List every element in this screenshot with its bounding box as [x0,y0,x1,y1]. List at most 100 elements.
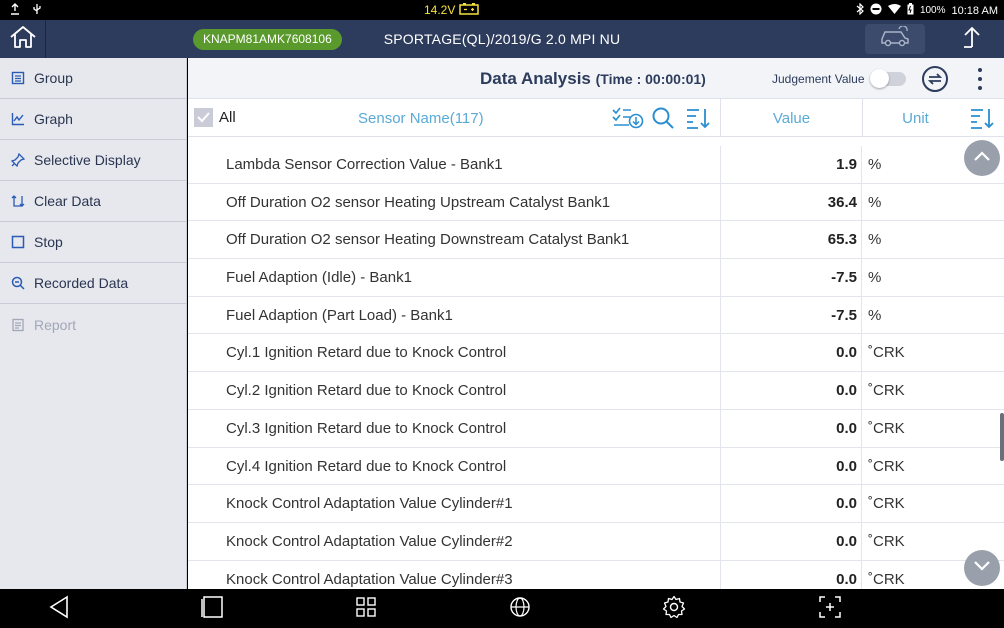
sensor-value: -7.5 [831,306,857,324]
table-row[interactable]: Off Duration O2 sensor Heating Upstream … [188,183,1004,222]
stop-icon [10,234,26,250]
table-row[interactable]: Fuel Adaption (Part Load) - Bank1 -7.5% [188,296,1004,335]
vehicle-name: SPORTAGE(QL)/2019/G 2.0 MPI NU [383,31,621,47]
table-row[interactable]: Cyl.3 Ignition Retard due to Knock Contr… [188,409,1004,448]
sensor-unit: % [868,269,882,287]
dot [978,77,982,81]
sidebar-item-label: Report [34,316,77,333]
car-battery-icon [459,2,480,18]
toggle-knob [870,69,889,88]
sensor-name: Cyl.3 Ignition Retard due to Knock Contr… [226,419,507,437]
recorded-data-icon [10,275,26,291]
voltage-readout: 14.2V [424,3,456,17]
pin-icon [10,152,26,168]
sort-icon[interactable] [686,107,710,133]
sensor-unit: ˚CRK [868,344,905,362]
sensor-unit: ˚CRK [868,457,905,475]
scroll-up-button[interactable] [964,140,1000,176]
unit-sort-icon[interactable] [970,107,994,133]
battery-percent: 100% [919,5,946,16]
table-row[interactable]: Knock Control Adaptation Value Cylinder#… [188,485,1004,523]
scroll-down-button[interactable] [964,550,1000,586]
do-not-disturb-icon [870,3,882,18]
sensor-unit: % [868,306,882,324]
back-icon [48,595,70,624]
judgement-value-toggle[interactable] [870,69,906,88]
sensor-name: Knock Control Adaptation Value Cylinder#… [226,532,513,550]
sidebar-item-group[interactable]: Group [0,58,186,99]
sensor-name: Cyl.2 Ignition Retard due to Knock Contr… [226,382,507,400]
select-all-label: All [219,109,236,126]
vehicle-connection-button[interactable] [865,24,925,54]
filter-list-icon[interactable] [612,107,644,133]
sidebar-item-graph[interactable]: Graph [0,99,186,140]
back-button[interactable] [46,595,72,624]
title-text: Data Analysis [480,69,591,88]
sidebar-item-label: Clear Data [34,193,101,209]
home-icon [9,25,37,54]
sensor-unit: ˚CRK [868,570,905,588]
sidebar-item-label: Selective Display [34,152,141,168]
browser-button[interactable] [507,596,533,622]
refresh-button[interactable] [921,65,949,93]
sensor-unit: % [868,231,882,249]
bluetooth-icon [856,2,864,18]
clear-data-icon [10,193,26,209]
sidebar-item-clear-data[interactable]: Clear Data [0,181,186,222]
column-unit[interactable]: Unit [863,110,968,127]
table-row[interactable]: Fuel Adaption (Idle) - Bank1 -7.5% [188,259,1004,297]
recents-button[interactable] [199,595,225,624]
sensor-unit: ˚CRK [868,495,905,513]
table-row[interactable]: Off Duration O2 sensor Heating Downstrea… [188,221,1004,260]
sensor-name: Lambda Sensor Correction Value - Bank1 [226,156,503,173]
apps-button[interactable] [353,596,379,622]
arrow-up-icon [962,25,982,54]
sensor-unit: % [868,193,882,211]
page-title: Data Analysis (Time : 00:00:01) [480,69,706,89]
table-row[interactable]: Cyl.4 Ignition Retard due to Knock Contr… [188,447,1004,486]
sensor-name: Knock Control Adaptation Value Cylinder#… [226,495,513,513]
more-options-button[interactable] [970,66,990,92]
table-row[interactable]: Cyl.2 Ignition Retard due to Knock Contr… [188,372,1004,410]
scrollbar-thumb[interactable] [1000,413,1004,461]
sidebar-item-report[interactable]: Report [0,304,186,345]
dot [978,68,982,72]
status-bar: 14.2V 100% 10:18 AM [0,0,1004,20]
table-row[interactable]: Knock Control Adaptation Value Cylinder#… [188,560,1004,589]
column-value[interactable]: Value [721,110,862,127]
column-sensor-name[interactable]: Sensor Name(117) [358,110,484,127]
upload-icon [10,3,20,18]
title-bar: KNAPM81AMK7608106 SPORTAGE(QL)/2019/G 2.… [0,20,1004,58]
search-icon[interactable] [652,107,674,133]
sensor-name: Off Duration O2 sensor Heating Downstrea… [226,231,630,249]
sidebar-item-recorded-data[interactable]: Recorded Data [0,263,186,304]
square-icon [200,595,224,624]
sensor-value: 0.0 [836,419,857,437]
car-icon [879,24,911,53]
report-icon [10,317,26,333]
sidebar-item-label: Recorded Data [34,275,129,291]
sensor-unit: ˚CRK [868,532,905,550]
sensor-name: Fuel Adaption (Part Load) - Bank1 [226,306,453,324]
table-row[interactable]: Cyl.1 Ignition Retard due to Knock Contr… [188,334,1004,373]
sensor-list[interactable]: Lambda Sensor Correction Value - Bank1 1.… [188,146,1004,589]
table-row[interactable]: Knock Control Adaptation Value Cylinder#… [188,522,1004,561]
sensor-value: 36.4 [827,193,857,211]
sidebar-item-selective-display[interactable]: Selective Display [0,140,186,181]
chevron-up-icon [973,149,991,167]
screenshot-button[interactable] [817,595,843,622]
column-header: All Sensor Name(117) Value Unit [188,99,1004,137]
battery-icon [907,3,914,18]
dot [978,86,982,90]
elapsed-time: (Time : 00:00:01) [595,71,706,87]
refresh-icon [921,66,949,97]
settings-button[interactable] [661,595,687,622]
select-all-checkbox[interactable]: All [194,108,236,127]
sidebar-item-stop[interactable]: Stop [0,222,186,263]
sensor-name: Cyl.1 Ignition Retard due to Knock Contr… [226,344,507,362]
export-button[interactable] [950,23,994,55]
home-button[interactable] [0,20,46,58]
table-row[interactable]: Lambda Sensor Correction Value - Bank1 1.… [188,146,1004,184]
sensor-unit: ˚CRK [868,419,905,437]
sensor-value: 0.0 [836,532,857,550]
